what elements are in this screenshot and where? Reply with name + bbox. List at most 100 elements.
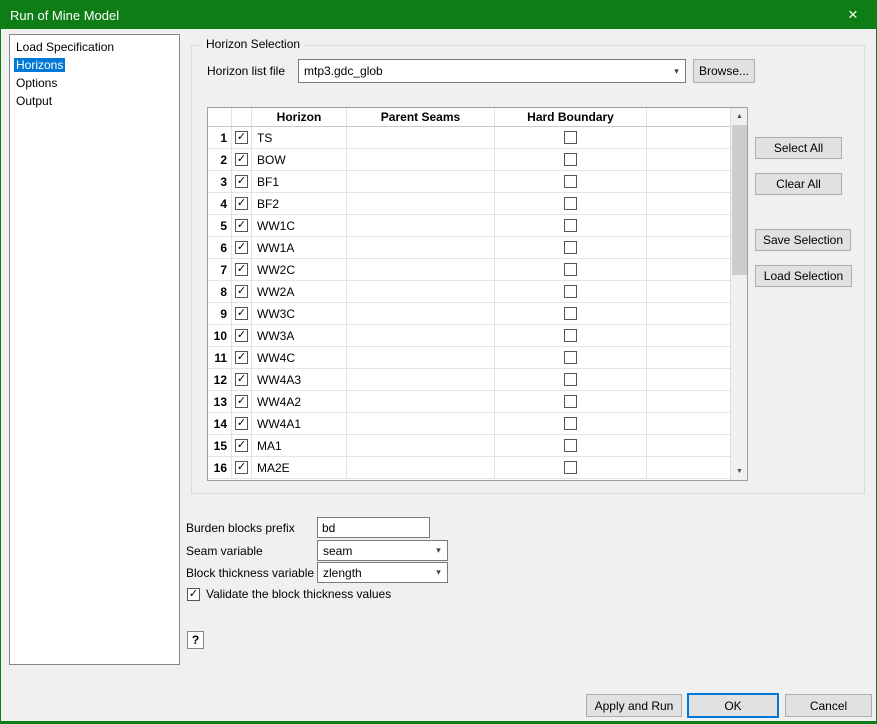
row-select-checkbox[interactable]: ✓	[235, 439, 248, 452]
cancel-button[interactable]: Cancel	[785, 694, 872, 717]
row-select-checkbox[interactable]: ✓	[235, 219, 248, 232]
hard-boundary-cell[interactable]	[495, 127, 647, 148]
apply-and-run-button[interactable]: Apply and Run	[586, 694, 682, 717]
horizon-name-cell[interactable]: WW4A3	[252, 369, 347, 390]
parent-seams-cell[interactable]	[347, 347, 495, 368]
horizon-name-cell[interactable]: WW1C	[252, 215, 347, 236]
row-select-cell[interactable]: ✓	[232, 193, 252, 214]
sidebar-item-load-specification[interactable]: Load Specification	[10, 38, 179, 56]
row-select-cell[interactable]: ✓	[232, 435, 252, 456]
hard-boundary-cell[interactable]	[495, 193, 647, 214]
parent-seams-cell[interactable]	[347, 369, 495, 390]
row-select-cell[interactable]: ✓	[232, 391, 252, 412]
burden-blocks-prefix-input[interactable]	[317, 517, 430, 538]
hard-boundary-cell[interactable]	[495, 413, 647, 434]
row-select-checkbox[interactable]: ✓	[235, 351, 248, 364]
sidebar-item-horizons[interactable]: Horizons	[10, 56, 179, 74]
hard-boundary-cell[interactable]	[495, 237, 647, 258]
horizon-name-cell[interactable]: BF1	[252, 171, 347, 192]
parent-seams-cell[interactable]	[347, 193, 495, 214]
sidebar-item-options[interactable]: Options	[10, 74, 179, 92]
seam-variable-combobox[interactable]: seam ▾	[317, 540, 448, 561]
row-select-checkbox[interactable]: ✓	[235, 263, 248, 276]
horizon-name-cell[interactable]: WW2C	[252, 259, 347, 280]
hard-boundary-checkbox[interactable]	[564, 307, 577, 320]
sidebar-item-output[interactable]: Output	[10, 92, 179, 110]
parent-seams-cell[interactable]	[347, 149, 495, 170]
scrollbar-thumb[interactable]	[732, 125, 747, 275]
row-select-checkbox[interactable]: ✓	[235, 307, 248, 320]
hard-boundary-checkbox[interactable]	[564, 439, 577, 452]
row-select-cell[interactable]: ✓	[232, 303, 252, 324]
scroll-down-icon[interactable]: ▼	[731, 463, 748, 480]
parent-seams-cell[interactable]	[347, 215, 495, 236]
hard-boundary-checkbox[interactable]	[564, 153, 577, 166]
row-select-checkbox[interactable]: ✓	[235, 241, 248, 254]
parent-seams-cell[interactable]	[347, 325, 495, 346]
hard-boundary-cell[interactable]	[495, 281, 647, 302]
parent-seams-cell[interactable]	[347, 435, 495, 456]
horizon-name-cell[interactable]: BF2	[252, 193, 347, 214]
parent-seams-cell[interactable]	[347, 303, 495, 324]
hard-boundary-checkbox[interactable]	[564, 395, 577, 408]
horizon-name-cell[interactable]: WW3A	[252, 325, 347, 346]
hard-boundary-checkbox[interactable]	[564, 373, 577, 386]
hard-boundary-checkbox[interactable]	[564, 329, 577, 342]
row-select-cell[interactable]: ✓	[232, 149, 252, 170]
hard-boundary-cell[interactable]	[495, 215, 647, 236]
hard-boundary-checkbox[interactable]	[564, 219, 577, 232]
row-select-cell[interactable]: ✓	[232, 215, 252, 236]
row-select-cell[interactable]: ✓	[232, 127, 252, 148]
row-select-checkbox[interactable]: ✓	[235, 197, 248, 210]
horizon-name-cell[interactable]: TS	[252, 127, 347, 148]
hard-boundary-cell[interactable]	[495, 171, 647, 192]
row-select-cell[interactable]: ✓	[232, 369, 252, 390]
horizon-list-file-combobox[interactable]: mtp3.gdc_glob ▾	[298, 59, 686, 83]
row-select-cell[interactable]: ✓	[232, 281, 252, 302]
parent-seams-cell[interactable]	[347, 281, 495, 302]
hard-boundary-cell[interactable]	[495, 391, 647, 412]
browse-button[interactable]: Browse...	[693, 59, 755, 83]
parent-seams-cell[interactable]	[347, 259, 495, 280]
hard-boundary-checkbox[interactable]	[564, 263, 577, 276]
hard-boundary-checkbox[interactable]	[564, 461, 577, 474]
parent-seams-cell[interactable]	[347, 391, 495, 412]
parent-seams-cell[interactable]	[347, 171, 495, 192]
hard-boundary-cell[interactable]	[495, 259, 647, 280]
hard-boundary-cell[interactable]	[495, 325, 647, 346]
close-button[interactable]: ×	[830, 1, 876, 29]
parent-seams-cell[interactable]	[347, 127, 495, 148]
clear-all-button[interactable]: Clear All	[755, 173, 842, 195]
validate-thickness-checkbox-row[interactable]: ✓ Validate the block thickness values	[187, 587, 391, 601]
save-selection-button[interactable]: Save Selection	[755, 229, 851, 251]
hard-boundary-checkbox[interactable]	[564, 197, 577, 210]
hard-boundary-checkbox[interactable]	[564, 351, 577, 364]
row-select-cell[interactable]: ✓	[232, 171, 252, 192]
hard-boundary-checkbox[interactable]	[564, 131, 577, 144]
hard-boundary-cell[interactable]	[495, 457, 647, 478]
select-all-button[interactable]: Select All	[755, 137, 842, 159]
horizon-name-cell[interactable]: MA1	[252, 435, 347, 456]
help-button[interactable]: ?	[187, 631, 204, 649]
hard-boundary-cell[interactable]	[495, 369, 647, 390]
hard-boundary-checkbox[interactable]	[564, 285, 577, 298]
row-select-cell[interactable]: ✓	[232, 325, 252, 346]
horizon-name-cell[interactable]: WW2A	[252, 281, 347, 302]
ok-button[interactable]: OK	[687, 693, 779, 718]
row-select-cell[interactable]: ✓	[232, 457, 252, 478]
parent-seams-cell[interactable]	[347, 413, 495, 434]
horizon-name-cell[interactable]: WW3C	[252, 303, 347, 324]
row-select-cell[interactable]: ✓	[232, 413, 252, 434]
row-select-checkbox[interactable]: ✓	[235, 461, 248, 474]
scroll-up-icon[interactable]: ▲	[731, 108, 748, 125]
row-select-cell[interactable]: ✓	[232, 237, 252, 258]
hard-boundary-checkbox[interactable]	[564, 417, 577, 430]
parent-seams-cell[interactable]	[347, 457, 495, 478]
hard-boundary-cell[interactable]	[495, 149, 647, 170]
horizon-name-cell[interactable]: WW4C	[252, 347, 347, 368]
row-select-checkbox[interactable]: ✓	[235, 329, 248, 342]
table-scrollbar[interactable]: ▲ ▼	[730, 108, 747, 480]
hard-boundary-cell[interactable]	[495, 435, 647, 456]
row-select-cell[interactable]: ✓	[232, 259, 252, 280]
row-select-checkbox[interactable]: ✓	[235, 417, 248, 430]
